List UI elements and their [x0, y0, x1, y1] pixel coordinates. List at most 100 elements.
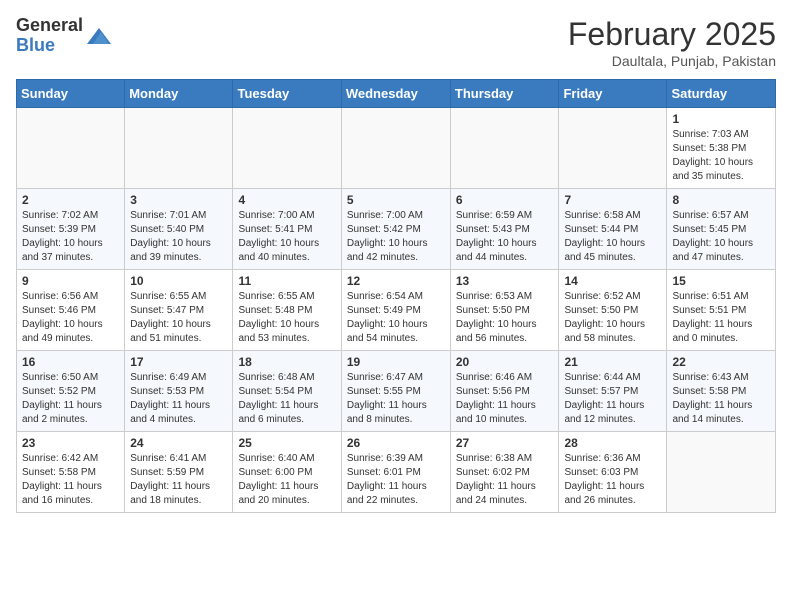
- calendar-day-cell: 16 Sunrise: 6:50 AM Sunset: 5:52 PM Dayli…: [17, 351, 125, 432]
- calendar-day-cell: 7 Sunrise: 6:58 AM Sunset: 5:44 PM Daylig…: [559, 189, 667, 270]
- calendar-day-cell: [450, 108, 559, 189]
- location-subtitle: Daultala, Punjab, Pakistan: [568, 53, 776, 69]
- day-number: 10: [130, 274, 227, 288]
- day-info: Sunrise: 6:41 AM Sunset: 5:59 PM Dayligh…: [130, 452, 227, 508]
- day-number: 7: [564, 193, 661, 207]
- weekday-header: Thursday: [450, 80, 559, 108]
- weekday-header: Monday: [125, 80, 233, 108]
- calendar-day-cell: 10Sunrise: 6:55 AM Sunset: 5:47 PM Dayli…: [125, 270, 233, 351]
- calendar-day-cell: 23 Sunrise: 6:42 AM Sunset: 5:58 PM Dayli…: [17, 432, 125, 513]
- day-number: 5: [347, 193, 445, 207]
- logo-blue: Blue: [16, 36, 83, 56]
- calendar-day-cell: 2Sunrise: 7:02 AM Sunset: 5:39 PM Daylig…: [17, 189, 125, 270]
- calendar-day-cell: 8Sunrise: 6:57 AM Sunset: 5:45 PM Daylig…: [667, 189, 776, 270]
- day-number: 19: [347, 355, 445, 369]
- calendar-day-cell: 1 Sunrise: 7:03 AM Sunset: 5:38 PM Daylig…: [667, 108, 776, 189]
- weekday-header: Saturday: [667, 80, 776, 108]
- weekday-header-row: SundayMondayTuesdayWednesdayThursdayFrid…: [17, 80, 776, 108]
- day-info: Sunrise: 6:36 AM Sunset: 6:03 PM Dayligh…: [564, 452, 661, 508]
- day-number: 13: [456, 274, 554, 288]
- day-number: 14: [564, 274, 661, 288]
- day-info: Sunrise: 7:03 AM Sunset: 5:38 PM Dayligh…: [672, 128, 770, 184]
- calendar-day-cell: 3 Sunrise: 7:01 AM Sunset: 5:40 PM Daylig…: [125, 189, 233, 270]
- month-title: February 2025: [568, 16, 776, 53]
- calendar-day-cell: 12 Sunrise: 6:54 AM Sunset: 5:49 PM Dayli…: [341, 270, 450, 351]
- logo-general: General: [16, 16, 83, 36]
- calendar-day-cell: 28 Sunrise: 6:36 AM Sunset: 6:03 PM Dayli…: [559, 432, 667, 513]
- day-info: Sunrise: 6:48 AM Sunset: 5:54 PM Dayligh…: [238, 371, 335, 427]
- day-number: 12: [347, 274, 445, 288]
- calendar-day-cell: 14 Sunrise: 6:52 AM Sunset: 5:50 PM Dayli…: [559, 270, 667, 351]
- day-info: Sunrise: 6:43 AM Sunset: 5:58 PM Dayligh…: [672, 371, 770, 427]
- calendar-week-row: 16 Sunrise: 6:50 AM Sunset: 5:52 PM Dayli…: [17, 351, 776, 432]
- calendar-week-row: 9 Sunrise: 6:56 AM Sunset: 5:46 PM Daylig…: [17, 270, 776, 351]
- weekday-header: Friday: [559, 80, 667, 108]
- day-number: 9: [22, 274, 119, 288]
- calendar-table: SundayMondayTuesdayWednesdayThursdayFrid…: [16, 79, 776, 513]
- day-number: 1: [672, 112, 770, 126]
- calendar-day-cell: [341, 108, 450, 189]
- day-info: Sunrise: 6:53 AM Sunset: 5:50 PM Dayligh…: [456, 290, 554, 346]
- day-info: Sunrise: 6:40 AM Sunset: 6:00 PM Dayligh…: [238, 452, 335, 508]
- title-block: February 2025 Daultala, Punjab, Pakistan: [568, 16, 776, 69]
- day-number: 15: [672, 274, 770, 288]
- calendar-day-cell: 18 Sunrise: 6:48 AM Sunset: 5:54 PM Dayli…: [233, 351, 341, 432]
- day-number: 20: [456, 355, 554, 369]
- day-number: 26: [347, 436, 445, 450]
- calendar-week-row: 23 Sunrise: 6:42 AM Sunset: 5:58 PM Dayli…: [17, 432, 776, 513]
- calendar-day-cell: 21 Sunrise: 6:44 AM Sunset: 5:57 PM Dayli…: [559, 351, 667, 432]
- weekday-header: Sunday: [17, 80, 125, 108]
- day-info: Sunrise: 7:00 AM Sunset: 5:41 PM Dayligh…: [238, 209, 335, 265]
- calendar-day-cell: 9 Sunrise: 6:56 AM Sunset: 5:46 PM Daylig…: [17, 270, 125, 351]
- calendar-day-cell: 13 Sunrise: 6:53 AM Sunset: 5:50 PM Dayli…: [450, 270, 559, 351]
- day-number: 17: [130, 355, 227, 369]
- day-number: 23: [22, 436, 119, 450]
- day-info: Sunrise: 6:57 AM Sunset: 5:45 PM Dayligh…: [672, 209, 770, 265]
- day-info: Sunrise: 6:56 AM Sunset: 5:46 PM Dayligh…: [22, 290, 119, 346]
- day-number: 4: [238, 193, 335, 207]
- logo: General Blue: [16, 16, 111, 56]
- day-number: 25: [238, 436, 335, 450]
- day-number: 3: [130, 193, 227, 207]
- calendar-day-cell: 17 Sunrise: 6:49 AM Sunset: 5:53 PM Dayli…: [125, 351, 233, 432]
- weekday-header: Tuesday: [233, 80, 341, 108]
- day-info: Sunrise: 6:42 AM Sunset: 5:58 PM Dayligh…: [22, 452, 119, 508]
- calendar-day-cell: 24 Sunrise: 6:41 AM Sunset: 5:59 PM Dayli…: [125, 432, 233, 513]
- calendar-day-cell: 6Sunrise: 6:59 AM Sunset: 5:43 PM Daylig…: [450, 189, 559, 270]
- calendar-day-cell: 22Sunrise: 6:43 AM Sunset: 5:58 PM Dayli…: [667, 351, 776, 432]
- day-number: 11: [238, 274, 335, 288]
- calendar-day-cell: 11Sunrise: 6:55 AM Sunset: 5:48 PM Dayli…: [233, 270, 341, 351]
- day-info: Sunrise: 6:39 AM Sunset: 6:01 PM Dayligh…: [347, 452, 445, 508]
- calendar-day-cell: 27 Sunrise: 6:38 AM Sunset: 6:02 PM Dayli…: [450, 432, 559, 513]
- day-number: 27: [456, 436, 554, 450]
- calendar-day-cell: 26 Sunrise: 6:39 AM Sunset: 6:01 PM Dayli…: [341, 432, 450, 513]
- day-info: Sunrise: 7:00 AM Sunset: 5:42 PM Dayligh…: [347, 209, 445, 265]
- day-info: Sunrise: 6:52 AM Sunset: 5:50 PM Dayligh…: [564, 290, 661, 346]
- day-info: Sunrise: 6:51 AM Sunset: 5:51 PM Dayligh…: [672, 290, 770, 346]
- calendar-day-cell: 20Sunrise: 6:46 AM Sunset: 5:56 PM Dayli…: [450, 351, 559, 432]
- calendar-day-cell: [125, 108, 233, 189]
- logo-icon: [87, 24, 111, 48]
- calendar-week-row: 1 Sunrise: 7:03 AM Sunset: 5:38 PM Daylig…: [17, 108, 776, 189]
- day-number: 24: [130, 436, 227, 450]
- day-info: Sunrise: 7:01 AM Sunset: 5:40 PM Dayligh…: [130, 209, 227, 265]
- day-info: Sunrise: 6:49 AM Sunset: 5:53 PM Dayligh…: [130, 371, 227, 427]
- day-info: Sunrise: 6:38 AM Sunset: 6:02 PM Dayligh…: [456, 452, 554, 508]
- day-number: 2: [22, 193, 119, 207]
- calendar-day-cell: 15 Sunrise: 6:51 AM Sunset: 5:51 PM Dayli…: [667, 270, 776, 351]
- calendar-day-cell: 25 Sunrise: 6:40 AM Sunset: 6:00 PM Dayli…: [233, 432, 341, 513]
- calendar-day-cell: 19Sunrise: 6:47 AM Sunset: 5:55 PM Dayli…: [341, 351, 450, 432]
- day-number: 16: [22, 355, 119, 369]
- day-number: 21: [564, 355, 661, 369]
- calendar-day-cell: 5 Sunrise: 7:00 AM Sunset: 5:42 PM Daylig…: [341, 189, 450, 270]
- day-number: 28: [564, 436, 661, 450]
- calendar-day-cell: 4 Sunrise: 7:00 AM Sunset: 5:41 PM Daylig…: [233, 189, 341, 270]
- calendar-day-cell: [667, 432, 776, 513]
- day-info: Sunrise: 6:44 AM Sunset: 5:57 PM Dayligh…: [564, 371, 661, 427]
- day-number: 18: [238, 355, 335, 369]
- calendar-day-cell: [233, 108, 341, 189]
- day-info: Sunrise: 6:50 AM Sunset: 5:52 PM Dayligh…: [22, 371, 119, 427]
- day-info: Sunrise: 6:58 AM Sunset: 5:44 PM Dayligh…: [564, 209, 661, 265]
- day-info: Sunrise: 6:54 AM Sunset: 5:49 PM Dayligh…: [347, 290, 445, 346]
- calendar-day-cell: [559, 108, 667, 189]
